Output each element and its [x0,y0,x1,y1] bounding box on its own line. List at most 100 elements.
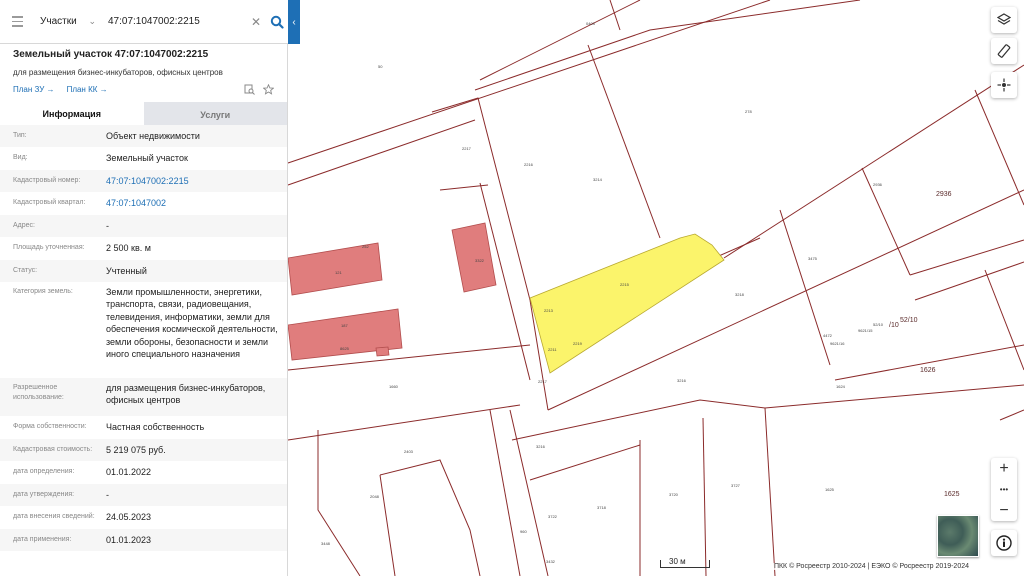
parcel-number-label: 2217 [538,379,548,384]
attribute-value: Земли промышленности, энергетики, трансп… [106,287,278,360]
attribute-label: Площадь уточненная: [13,244,85,251]
attribute-label: Кадастровый номер: [13,177,81,184]
attribute-row: Вид: Земельный участок [0,147,287,170]
plan-zu-link[interactable]: План ЗУ → [13,85,55,94]
parcel-number-label: 3448 [321,541,331,546]
star-icon[interactable] [263,83,274,95]
close-icon[interactable]: ✕ [246,15,266,29]
parcel-number-label: 2211 [548,347,557,352]
attribute-value: Земельный участок [106,153,188,163]
search-button[interactable] [266,0,288,44]
attribute-table: Тип: Объект недвижимости Вид: Земельный … [0,125,287,551]
locate-button[interactable] [991,72,1017,98]
attribute-value: 01.01.2023 [106,535,152,545]
attribute-row: Статус: Учтенный [0,260,287,282]
info-icon [996,535,1012,551]
parcel-number-label: 2048 [370,494,380,499]
parcel-boundary [999,409,1024,421]
parcel-boundary [861,167,911,276]
large-parcel-label: /10 [889,322,899,329]
search-bar: Участки ⌄ 47:07:1047002:2215 ✕ [0,0,288,44]
panel-title: Земельный участок 47:07:1047002:2215 [13,49,209,60]
parcel-boundary [909,239,1024,276]
panel-subtitle: для размещения бизнес-инкубаторов, офисн… [13,68,223,77]
panel-actions [244,83,274,95]
collapse-panel-button[interactable]: ‹ [288,0,300,44]
attribute-label: Кадастровая стоимость: [13,446,93,453]
info-button[interactable] [991,530,1017,556]
measure-button[interactable] [991,38,1017,64]
attribute-row: Тип: Объект недвижимости [0,125,287,147]
basemap-thumbnail[interactable] [937,515,979,557]
attribute-label: дата утверждения: [13,491,75,498]
zoom-in-button[interactable]: + [991,458,1017,479]
parcel-number-label: 252 [362,244,369,249]
attribute-label: Вид: [13,154,28,161]
attribute-label: Кадастровый квартал: [13,199,86,206]
zoom-controls: + ••• − [991,458,1017,521]
parcel-boundary [379,474,396,576]
copyright-text: ПКК © Росреестр 2010-2024 | ЕЭКО © Росре… [770,563,972,570]
selected-parcel[interactable] [529,233,725,374]
attribute-value: Объект недвижимости [106,131,200,141]
parcel-boundary [764,407,776,576]
search-input[interactable]: 47:07:1047002:2215 [102,16,246,27]
parcel-number-label: 3322 [475,258,485,263]
scale-label: 30 м [669,557,686,566]
attribute-value: 2 500 кв. м [106,243,151,253]
more-button[interactable]: ••• [991,479,1017,500]
parcel-boundary [479,0,641,81]
search-type-select[interactable]: Участки ⌄ [34,0,102,44]
parcel-number-label: 8625 [340,346,350,351]
tab-information[interactable]: Информация [0,102,144,127]
attribute-row: Кадастровый квартал: 47:07:1047002 [0,192,287,215]
attribute-row: дата определения: 01.01.2022 [0,461,287,484]
attribute-label: дата применения: [13,536,72,543]
parcel-number-label: 121 [335,270,342,275]
parcel-number-label: 2217 [462,146,472,151]
attribute-label: Статус: [13,267,38,274]
parcel-number-label: 3475 [808,256,818,261]
parcel-number-label: 2216 [524,162,534,167]
large-parcel-label: 1625 [944,491,960,498]
parcel-number-label: 187 [341,323,348,328]
plan-links: План ЗУ → План КК → [0,80,287,98]
parcel-number-label: 9621/15 [858,328,873,333]
cadastral-number-link[interactable]: 47:07:1047002:2215 [106,175,280,192]
building[interactable] [287,242,383,296]
parcel-number-label: 2403 [404,449,414,454]
menu-icon[interactable] [0,0,34,44]
attribute-label: Тип: [13,132,27,139]
parcel-boundary [587,44,661,239]
layers-button[interactable] [991,7,1017,33]
parcel-number-label: 2936 [873,182,883,187]
search-icon [270,15,284,29]
document-search-icon[interactable] [244,84,255,95]
tab-services[interactable]: Услуги [143,102,287,127]
info-panel: Земельный участок 47:07:1047002:2215 для… [0,44,288,576]
parcel-number-label: 3722 [548,514,558,519]
attribute-label: Форма собственности: [13,423,87,430]
building[interactable] [451,222,497,293]
parcel-number-label: 52/10 [873,322,884,327]
large-parcel-label: 2936 [936,191,952,198]
attribute-label: Адрес: [13,222,35,229]
parcel-boundary [914,261,1024,301]
parcel-boundary [984,269,1024,371]
parcel-boundary [287,404,521,441]
parcel-boundary [474,0,861,91]
parcel-number-label: 2219 [573,341,583,346]
attribute-label: Разрешенное использование: [13,384,64,401]
zoom-out-button[interactable]: − [991,500,1017,521]
parcel-number-label: 1625 [825,487,835,492]
parcel-boundary [779,209,831,366]
plan-kk-link[interactable]: План КК → [67,85,108,94]
attribute-value: 5 219 075 руб. [106,445,166,455]
parcel-number-label: 1624 [836,384,846,389]
cadastral-quarter-link[interactable]: 47:07:1047002 [106,197,280,215]
attribute-row: дата внесения сведений: 24.05.2023 [0,506,287,529]
attribute-row: Кадастровый номер: 47:07:1047002:2215 [0,170,287,192]
parcel-number-label: 3432 [546,559,556,564]
building[interactable] [375,346,390,357]
parcel-boundary [974,89,1024,206]
